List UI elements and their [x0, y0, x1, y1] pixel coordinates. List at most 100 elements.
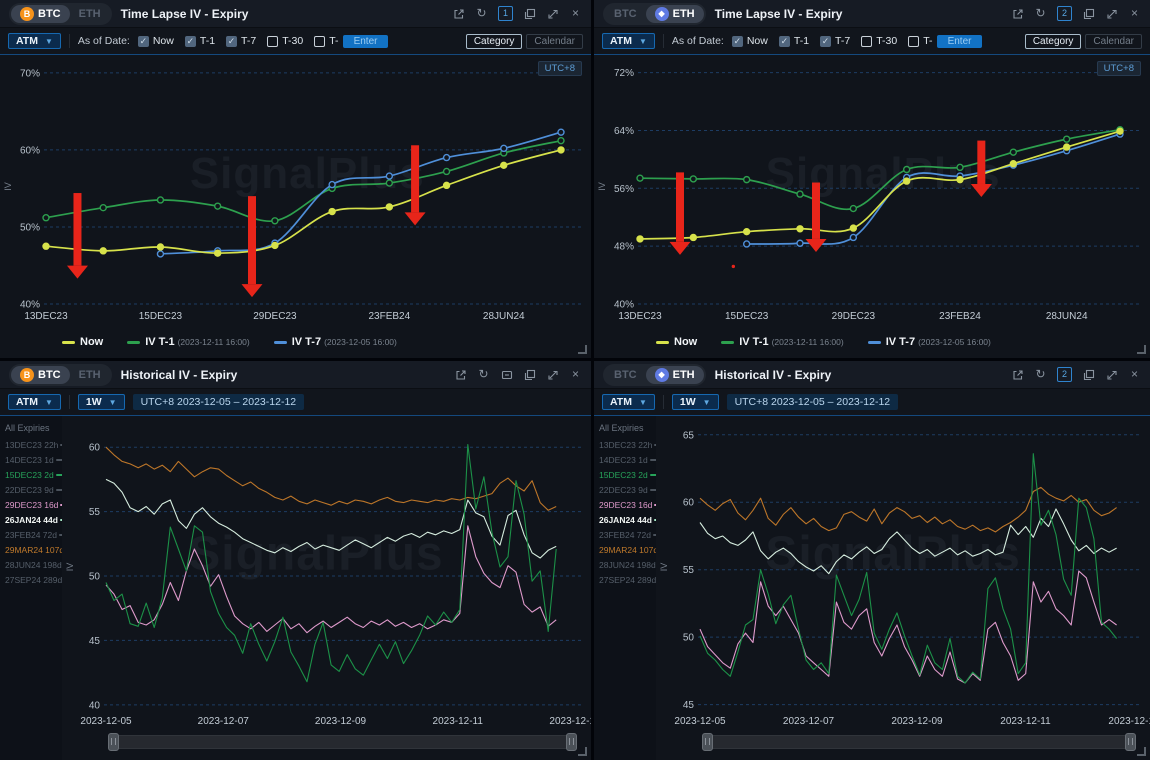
checkbox-t-1[interactable]: ✓T-1	[185, 35, 215, 47]
close-icon[interactable]: ×	[569, 368, 582, 381]
popout-icon[interactable]	[1011, 368, 1024, 381]
expiry-item[interactable]: 15DEC23 2d	[594, 467, 656, 482]
expiry-item[interactable]: 22DEC23 9d	[594, 482, 656, 497]
expiry-item[interactable]: 29DEC23 16d	[594, 497, 656, 512]
expiry-item[interactable]: 27SEP24 289d	[594, 572, 656, 587]
refresh-icon[interactable]: ↻	[1034, 368, 1047, 381]
group-badge[interactable]: 2	[1057, 6, 1072, 21]
checkbox-t-[interactable]: T-	[908, 35, 932, 47]
expiry-item[interactable]: 29MAR24 107d	[0, 542, 62, 557]
duplicate-icon[interactable]	[523, 368, 536, 381]
strike-select[interactable]: ATM▼	[8, 33, 61, 49]
checkbox-box[interactable]: ✓	[820, 36, 831, 47]
refresh-icon[interactable]: ↻	[475, 7, 488, 20]
expiry-item[interactable]: 13DEC23 22h	[0, 437, 62, 452]
legend-item[interactable]: IV T-7(2023-12-05 16:00)	[274, 336, 397, 348]
group-badge[interactable]: 1	[498, 6, 513, 21]
resize-handle[interactable]	[1137, 747, 1146, 756]
tab-btc[interactable]: B BTC	[605, 6, 646, 22]
expiry-item[interactable]: 23FEB24 72d	[0, 527, 62, 542]
period-select[interactable]: 1W▼	[672, 394, 719, 410]
slider-track[interactable]	[108, 735, 577, 749]
checkbox-now[interactable]: ✓Now	[732, 35, 768, 47]
checkbox-box[interactable]	[314, 36, 325, 47]
checkbox-t-30[interactable]: T-30	[861, 35, 897, 47]
legend-item[interactable]: Now	[62, 336, 103, 348]
view-calendar-button[interactable]: Calendar	[1085, 34, 1142, 49]
expiry-item[interactable]: 28JUN24 198d	[0, 557, 62, 572]
view-category-button[interactable]: Category	[1025, 34, 1082, 49]
expand-icon[interactable]	[546, 368, 559, 381]
legend-item[interactable]: IV T-1(2023-12-11 16:00)	[721, 336, 844, 348]
checkbox-t-[interactable]: T-	[314, 35, 338, 47]
strike-select[interactable]: ATM▼	[602, 394, 655, 410]
checkbox-box[interactable]	[908, 36, 919, 47]
tab-eth[interactable]: ◆ ETH	[646, 366, 704, 384]
tab-btc[interactable]: B BTC	[605, 367, 646, 383]
checkbox-box[interactable]: ✓	[732, 36, 743, 47]
tab-btc[interactable]: B BTC	[11, 5, 70, 23]
checkbox-t-30[interactable]: T-30	[267, 35, 303, 47]
slider-handle-left[interactable]	[108, 733, 119, 751]
checkbox-box[interactable]: ✓	[185, 36, 196, 47]
close-icon[interactable]: ×	[569, 7, 582, 20]
slider-handle-left[interactable]	[702, 733, 713, 751]
tab-btc[interactable]: B BTC	[11, 366, 70, 384]
slider-track[interactable]	[702, 735, 1136, 749]
slider-handle-right[interactable]	[1125, 733, 1136, 751]
t-custom-input[interactable]: Enter	[343, 35, 389, 48]
expiry-item[interactable]: 28JUN24 198d	[594, 557, 656, 572]
duplicate-icon[interactable]	[1082, 7, 1095, 20]
checkbox-t-7[interactable]: ✓T-7	[226, 35, 256, 47]
expiry-item[interactable]: 26JAN24 44d	[0, 512, 62, 527]
refresh-icon[interactable]: ↻	[477, 368, 490, 381]
strike-select[interactable]: ATM▼	[8, 394, 61, 410]
checkbox-box[interactable]	[861, 36, 872, 47]
view-category-button[interactable]: Category	[466, 34, 523, 49]
tab-eth[interactable]: ◆ ETH	[646, 5, 704, 23]
refresh-icon[interactable]: ↻	[1034, 7, 1047, 20]
view-calendar-button[interactable]: Calendar	[526, 34, 583, 49]
tab-eth[interactable]: ◆ ETH	[70, 367, 110, 383]
popout-icon[interactable]	[1011, 7, 1024, 20]
expiry-item[interactable]: 22DEC23 9d	[0, 482, 62, 497]
expiry-item[interactable]: 29MAR24 107d	[594, 542, 656, 557]
resize-handle[interactable]	[578, 345, 587, 354]
ungroup-icon[interactable]	[500, 368, 513, 381]
legend-item[interactable]: Now	[656, 336, 697, 348]
close-icon[interactable]: ×	[1128, 7, 1141, 20]
expiry-item[interactable]: 29DEC23 16d	[0, 497, 62, 512]
checkbox-box[interactable]	[267, 36, 278, 47]
duplicate-icon[interactable]	[1082, 368, 1095, 381]
expand-icon[interactable]	[1105, 368, 1118, 381]
expiry-item[interactable]: 14DEC23 1d	[0, 452, 62, 467]
checkbox-now[interactable]: ✓Now	[138, 35, 174, 47]
legend-item[interactable]: IV T-1(2023-12-11 16:00)	[127, 336, 250, 348]
period-select[interactable]: 1W▼	[78, 394, 125, 410]
checkbox-box[interactable]: ✓	[226, 36, 237, 47]
close-icon[interactable]: ×	[1128, 368, 1141, 381]
checkbox-box[interactable]: ✓	[138, 36, 149, 47]
resize-handle[interactable]	[1137, 345, 1146, 354]
duplicate-icon[interactable]	[523, 7, 536, 20]
expiry-item[interactable]: 27SEP24 289d	[0, 572, 62, 587]
resize-handle[interactable]	[578, 747, 587, 756]
time-range-slider[interactable]	[62, 730, 591, 760]
expand-icon[interactable]	[1105, 7, 1118, 20]
popout-icon[interactable]	[454, 368, 467, 381]
tab-eth[interactable]: ◆ ETH	[70, 6, 110, 22]
legend-item[interactable]: IV T-7(2023-12-05 16:00)	[868, 336, 991, 348]
checkbox-box[interactable]: ✓	[779, 36, 790, 47]
t-custom-input[interactable]: Enter	[937, 35, 983, 48]
expiry-item[interactable]: 23FEB24 72d	[594, 527, 656, 542]
group-badge[interactable]: 2	[1057, 367, 1072, 382]
popout-icon[interactable]	[452, 7, 465, 20]
expiry-item[interactable]: 26JAN24 44d	[594, 512, 656, 527]
expiry-item[interactable]: 15DEC23 2d	[0, 467, 62, 482]
expiry-item[interactable]: 13DEC23 22h	[594, 437, 656, 452]
time-range-slider[interactable]	[656, 730, 1150, 760]
expand-icon[interactable]	[546, 7, 559, 20]
checkbox-t-1[interactable]: ✓T-1	[779, 35, 809, 47]
checkbox-t-7[interactable]: ✓T-7	[820, 35, 850, 47]
strike-select[interactable]: ATM▼	[602, 33, 655, 49]
